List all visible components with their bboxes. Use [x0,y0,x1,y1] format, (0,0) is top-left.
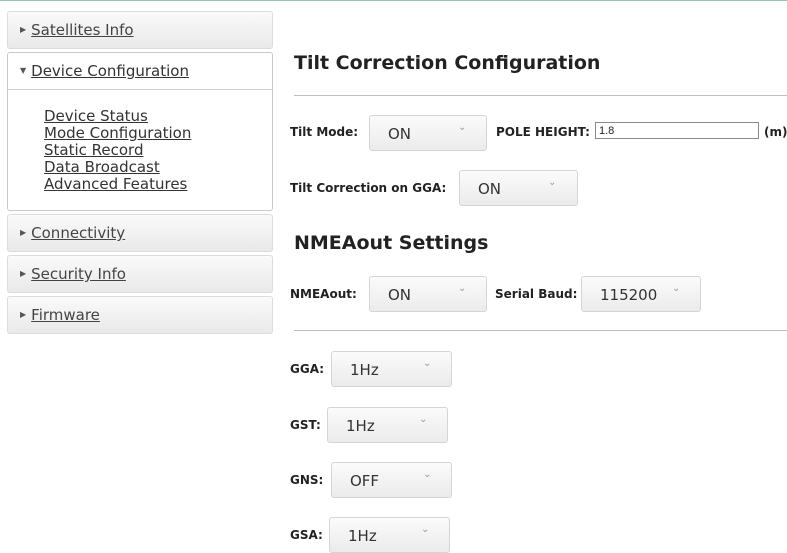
sidebar-item-label[interactable]: Satellites Info [31,21,133,39]
tilt-section-title: Tilt Correction Configuration [294,52,601,74]
nmeaout-select[interactable]: ON ⌄ [369,276,487,312]
sidebar-item-label[interactable]: Firmware [31,306,100,324]
tilt-mode-value: ON [388,125,412,143]
nmeaout-label: NMEAout: [290,287,357,301]
link-mode-configuration[interactable]: Mode Configuration [44,125,272,142]
link-advanced-features[interactable]: Advanced Features [44,176,272,193]
triangle-right-icon: ▶ [20,309,27,319]
pole-height-input[interactable] [595,122,759,139]
sidebar-item-device-configuration[interactable]: ▼ Device Configuration [7,52,273,90]
link-device-status[interactable]: Device Status [44,108,272,125]
nmea-section-title: NMEAout Settings [294,232,489,254]
link-data-broadcast[interactable]: Data Broadcast [44,159,272,176]
caret-down-icon: ⌄ [458,283,467,294]
tilt-mode-select[interactable]: ON ⌄ [369,115,487,151]
serial-baud-label: Serial Baud: [495,287,578,301]
divider [294,95,787,96]
triangle-down-icon: ▼ [20,65,27,75]
tilt-gga-label: Tilt Correction on GGA: [290,181,447,195]
gst-rate-select[interactable]: 1Hz ⌄ [327,407,448,443]
nmeaout-value: ON [388,286,412,304]
serial-baud-select[interactable]: 115200 ⌄ [581,276,701,312]
pole-height-label: POLE HEIGHT: [496,125,590,139]
link-static-record[interactable]: Static Record [44,142,272,159]
triangle-right-icon: ▶ [20,227,27,237]
gsa-rate-select[interactable]: 1Hz ⌄ [329,517,450,553]
sidebar-item-label[interactable]: Connectivity [31,224,125,242]
tilt-gga-select[interactable]: ON ⌄ [459,170,578,206]
caret-down-icon: ⌄ [458,122,467,133]
gns-label: GNS: [290,473,324,487]
sidebar-item-security-info[interactable]: ▶ Security Info [7,255,273,293]
sidebar-item-label[interactable]: Device Configuration [31,62,189,80]
tilt-gga-value: ON [478,180,502,198]
sidebar-item-connectivity[interactable]: ▶ Connectivity [7,214,273,252]
triangle-right-icon: ▶ [20,268,27,278]
gsa-rate-value: 1Hz [348,527,377,545]
caret-down-icon: ⌄ [421,524,430,535]
sidebar-item-firmware[interactable]: ▶ Firmware [7,296,273,334]
pole-height-unit: (m) [764,125,787,139]
device-configuration-panel: Device Status Mode Configuration Static … [7,90,273,211]
sidebar: ▶ Satellites Info ▼ Device Configuration… [7,11,273,337]
triangle-right-icon: ▶ [20,24,27,34]
serial-baud-value: 115200 [600,286,658,304]
caret-down-icon: ⌄ [419,414,428,425]
gga-rate-select[interactable]: 1Hz ⌄ [331,351,452,387]
caret-down-icon: ⌄ [423,358,432,369]
sidebar-item-satellites-info[interactable]: ▶ Satellites Info [7,11,273,49]
gns-rate-value: OFF [350,472,380,490]
caret-down-icon: ⌄ [423,469,432,480]
caret-down-icon: ⌄ [548,177,557,188]
divider [294,330,787,331]
sidebar-item-label[interactable]: Security Info [31,265,126,283]
gst-rate-value: 1Hz [346,417,375,435]
gga-rate-value: 1Hz [350,361,379,379]
gsa-label: GSA: [290,528,323,542]
gga-label: GGA: [290,362,325,376]
gst-label: GST: [290,418,321,432]
tilt-mode-label: Tilt Mode: [290,125,359,139]
gns-rate-select[interactable]: OFF ⌄ [331,462,452,498]
caret-down-icon: ⌄ [672,283,681,294]
main-content: Tilt Correction Configuration Tilt Mode:… [290,0,787,553]
